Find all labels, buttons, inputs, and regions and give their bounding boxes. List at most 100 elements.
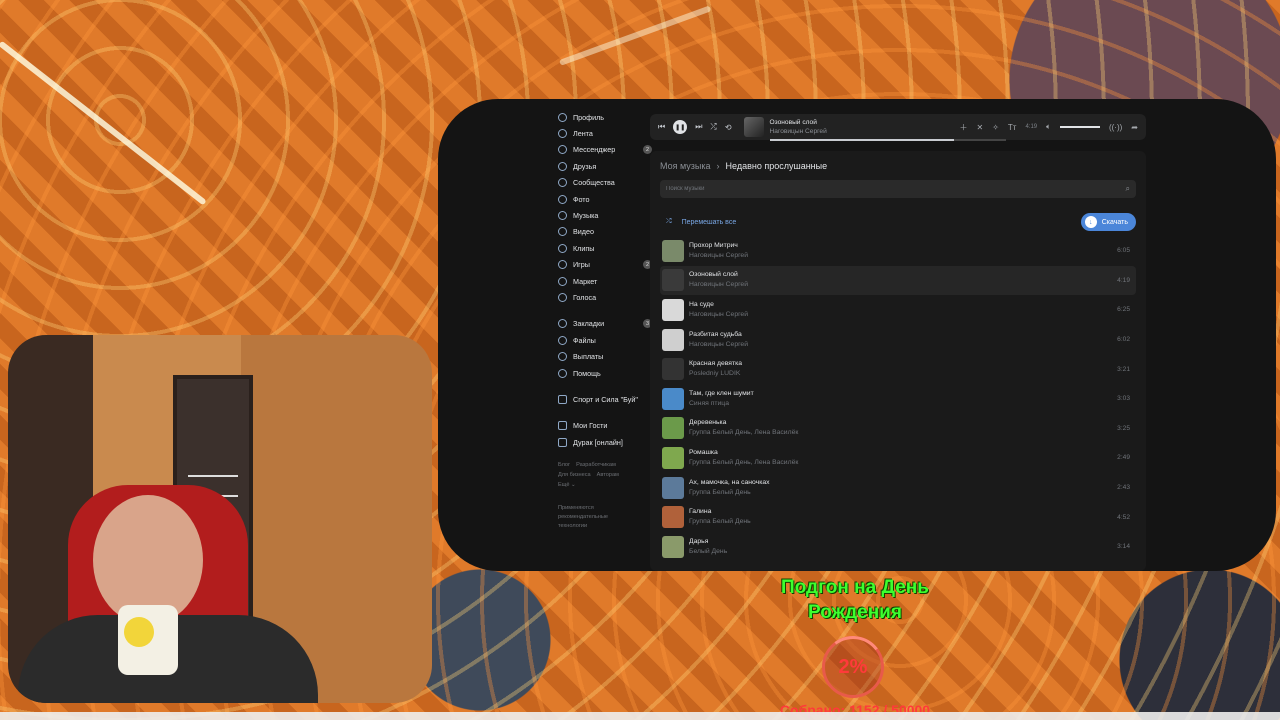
video-icon xyxy=(558,227,567,237)
track-title[interactable]: Озоновый слой xyxy=(689,270,748,280)
sidebar-item-app-durak[interactable]: Дурак [онлайн] xyxy=(558,434,648,450)
pause-button[interactable]: ❚❚ xyxy=(673,120,688,134)
track-row[interactable]: Ромашка Группа Белый День, Лена Василёк 2:… xyxy=(660,443,1136,473)
sidebar-item[interactable]: Друзья xyxy=(558,158,648,174)
volume-slider[interactable] xyxy=(1059,126,1100,128)
track-title[interactable]: Галина xyxy=(689,507,751,517)
track-title[interactable]: На суде xyxy=(689,300,748,310)
payouts-icon xyxy=(558,352,567,362)
breadcrumb-root[interactable]: Моя музыка xyxy=(660,161,711,171)
track-cover[interactable] xyxy=(662,269,684,292)
track-row[interactable]: Галина Группа Белый День 4:52 xyxy=(660,502,1136,532)
track-title[interactable]: Прохор Митрич xyxy=(689,241,748,251)
track-artist[interactable]: Наговицын Сергей xyxy=(689,340,748,350)
footer-link[interactable]: Авторам xyxy=(597,472,619,478)
footer-link[interactable]: Блог xyxy=(558,462,570,468)
track-cover[interactable] xyxy=(662,298,684,321)
track-cover[interactable] xyxy=(662,506,684,529)
sidebar-item[interactable]: Помощь xyxy=(558,365,648,381)
sidebar-item-label: Фото xyxy=(573,194,590,204)
track-progress-bar[interactable] xyxy=(769,139,1006,141)
search-bar: ⌕ xyxy=(660,180,1136,198)
now-playing-artist[interactable]: Наговицын Сергей xyxy=(770,127,920,136)
track-row[interactable]: Красная девятка Posledniy LUDIK 3:21 xyxy=(660,354,1136,384)
track-artist[interactable]: Белый День xyxy=(689,547,727,557)
webcam-mug xyxy=(118,605,178,675)
track-cover[interactable] xyxy=(662,446,684,469)
track-artist[interactable]: Группа Белый День xyxy=(689,517,751,527)
track-row[interactable]: Там, где клен шумит Синяя птица 3:03 xyxy=(660,384,1136,414)
track-title[interactable]: Ах, мамочка, на саночках xyxy=(689,478,770,488)
track-artist[interactable]: Группа Белый День, Лена Василёк xyxy=(689,428,798,438)
track-row[interactable]: На суде Наговицын Сергей 6:25 xyxy=(660,295,1136,325)
footer-link[interactable]: Для бизнеса xyxy=(558,472,591,478)
sidebar-item[interactable]: Профиль xyxy=(558,109,648,125)
webcam-door-stripe xyxy=(188,475,238,477)
track-title[interactable]: Ромашка xyxy=(689,448,798,458)
lyrics-icon[interactable]: Tт xyxy=(1008,123,1017,132)
track-artist[interactable]: Группа Белый День, Лена Василёк xyxy=(689,458,798,468)
volume-icon[interactable]: 🔈︎ xyxy=(1046,122,1051,132)
track-cover[interactable] xyxy=(662,358,684,381)
now-playing-title[interactable]: Озоновый слой xyxy=(770,118,920,127)
search-icon[interactable]: ⌕ xyxy=(1126,184,1130,194)
shuffle-icon[interactable]: ⤮ xyxy=(710,122,716,132)
repeat-icon[interactable]: ⟲ xyxy=(725,123,732,132)
sidebar-item[interactable]: Видео xyxy=(558,224,648,240)
track-cover[interactable] xyxy=(662,535,684,558)
download-button[interactable]: ↓ Скачать xyxy=(1080,213,1136,231)
sidebar-item[interactable]: Мессенджер 2 xyxy=(558,142,652,158)
sidebar-item-group[interactable]: Спорт и Сила "Буй" xyxy=(558,391,648,407)
sidebar-item[interactable]: Выплаты xyxy=(558,348,648,364)
track-artist[interactable]: Синяя птица xyxy=(689,399,754,409)
footer-link[interactable]: Разработчикам xyxy=(576,462,616,468)
track-artist[interactable]: Posledniy LUDIK xyxy=(689,369,742,379)
sidebar-item[interactable]: Лента xyxy=(558,125,648,141)
track-row[interactable]: Деревенька Группа Белый День, Лена Василё… xyxy=(660,414,1136,444)
track-title[interactable]: Там, где клен шумит xyxy=(689,389,754,399)
track-title[interactable]: Дарья xyxy=(689,537,727,547)
track-title[interactable]: Деревенька xyxy=(689,418,798,428)
footer-link[interactable]: Ещё ⌄ xyxy=(558,482,576,488)
sidebar-item-label: Закладки xyxy=(573,319,605,329)
track-row[interactable]: Прохор Митрич Наговицын Сергей 6:05 xyxy=(660,236,1136,266)
sidebar-item[interactable]: Клипы xyxy=(558,240,648,256)
track-row[interactable]: Озоновый слой Наговицын Сергей 4:19 xyxy=(660,265,1136,296)
sidebar-item[interactable]: Фото xyxy=(558,191,648,207)
track-cover[interactable] xyxy=(662,417,684,440)
track-artist[interactable]: Наговицын Сергей xyxy=(689,310,748,320)
share-icon[interactable]: ➦ xyxy=(1131,123,1138,132)
track-row[interactable]: Разбитая судьба Наговицын Сергей 6:02 xyxy=(660,325,1136,355)
track-artist[interactable]: Наговицын Сергей xyxy=(689,251,748,261)
sidebar-item[interactable]: Голоса xyxy=(558,289,648,305)
track-cover[interactable] xyxy=(662,328,684,351)
sidebar-item[interactable]: Музыка xyxy=(558,207,648,223)
track-info: Деревенька Группа Белый День, Лена Василё… xyxy=(689,418,798,438)
sidebar-item[interactable]: Сообщества xyxy=(558,175,648,191)
broadcast-icon[interactable]: ((·)) xyxy=(1109,123,1122,132)
track-cover[interactable] xyxy=(662,239,684,262)
next-track-icon[interactable]: ⏭ xyxy=(695,122,702,132)
add-icon[interactable]: ＋ xyxy=(960,122,968,133)
search-input[interactable] xyxy=(666,186,1126,192)
track-title[interactable]: Разбитая судьба xyxy=(689,330,748,340)
previous-track-icon[interactable]: ⏮ xyxy=(658,122,665,132)
sidebar-item[interactable]: Маркет xyxy=(558,273,648,289)
sidebar-item-app-guests[interactable]: Мои Гости xyxy=(558,418,648,434)
sidebar-item[interactable]: Закладки 3 xyxy=(558,316,652,332)
dislike-icon[interactable]: ✕ xyxy=(977,123,984,132)
music-content: Моя музыка › Недавно прослушанные ⌕ ⤮ Пе… xyxy=(650,151,1146,571)
track-row[interactable]: Дарья Белый День 3:14 xyxy=(660,532,1136,562)
track-row[interactable]: Ах, мамочка, на саночках Группа Белый Ден… xyxy=(660,473,1136,503)
track-title[interactable]: Красная девятка xyxy=(689,359,742,369)
sidebar-item[interactable]: Игры 2 xyxy=(558,257,652,273)
sidebar-item[interactable]: Файлы xyxy=(558,332,648,348)
track-artist[interactable]: Группа Белый День xyxy=(689,488,770,498)
recommendation-note[interactable]: Применяются рекомендательные технологии xyxy=(558,504,628,531)
shuffle-all-button[interactable]: ⤮ Перемешать все xyxy=(666,218,736,226)
sidebar-item-label: Спорт и Сила "Буй" xyxy=(573,394,638,404)
track-artist[interactable]: Наговицын Сергей xyxy=(689,280,748,290)
track-cover[interactable] xyxy=(662,387,684,410)
track-cover[interactable] xyxy=(662,476,684,499)
recommend-icon[interactable]: ✧ xyxy=(992,123,999,132)
